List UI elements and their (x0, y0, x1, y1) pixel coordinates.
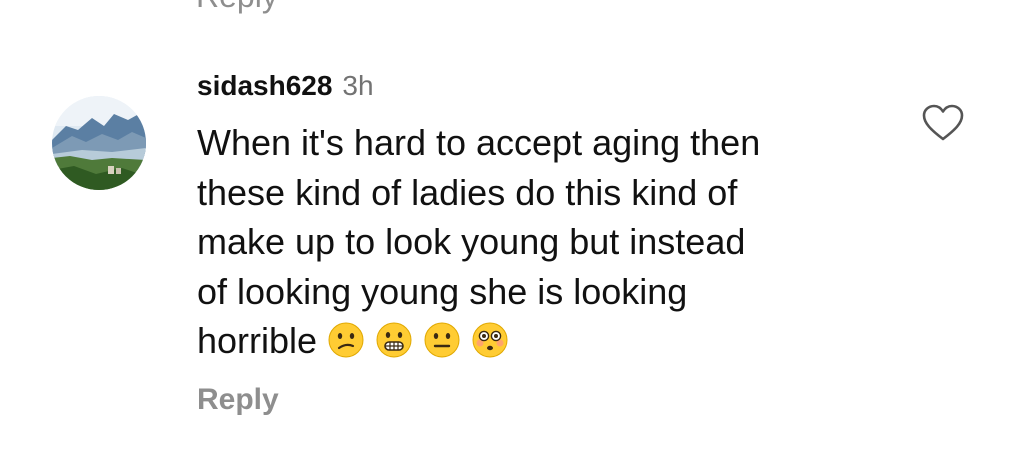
neutral-face-icon (423, 321, 461, 372)
comment-text-line: of looking young she is looking (197, 270, 688, 312)
timestamp[interactable]: 3h (342, 70, 373, 102)
reply-button[interactable]: Reply (197, 383, 279, 417)
comment-meta: sidash628 3h (197, 70, 897, 114)
comment-thread: Reply sidash628 3h When it's hard to acc… (0, 0, 1024, 460)
avatar-image (52, 96, 146, 190)
username[interactable]: sidash628 (197, 70, 332, 102)
flushed-face-icon (471, 321, 509, 372)
avatar[interactable] (52, 96, 146, 190)
comment-text-last-words: horrible (197, 320, 318, 361)
previous-reply-button[interactable]: Reply (196, 0, 278, 15)
comment-text-line: When it's hard to accept aging then (197, 122, 761, 163)
comment-text-line: these kind of ladies do this kind of (197, 171, 738, 213)
comment-text-line: make up to look young but instead (197, 221, 746, 262)
grimacing-face-icon (375, 321, 413, 372)
confused-face-icon (327, 321, 365, 372)
comment-text-line-last: horrible (197, 316, 897, 372)
comment-text: When it's hard to accept aging then thes… (197, 118, 897, 372)
comment-body: sidash628 3h When it's hard to accept ag… (197, 70, 897, 417)
like-button[interactable] (922, 104, 964, 142)
heart-outline-icon (922, 104, 964, 141)
